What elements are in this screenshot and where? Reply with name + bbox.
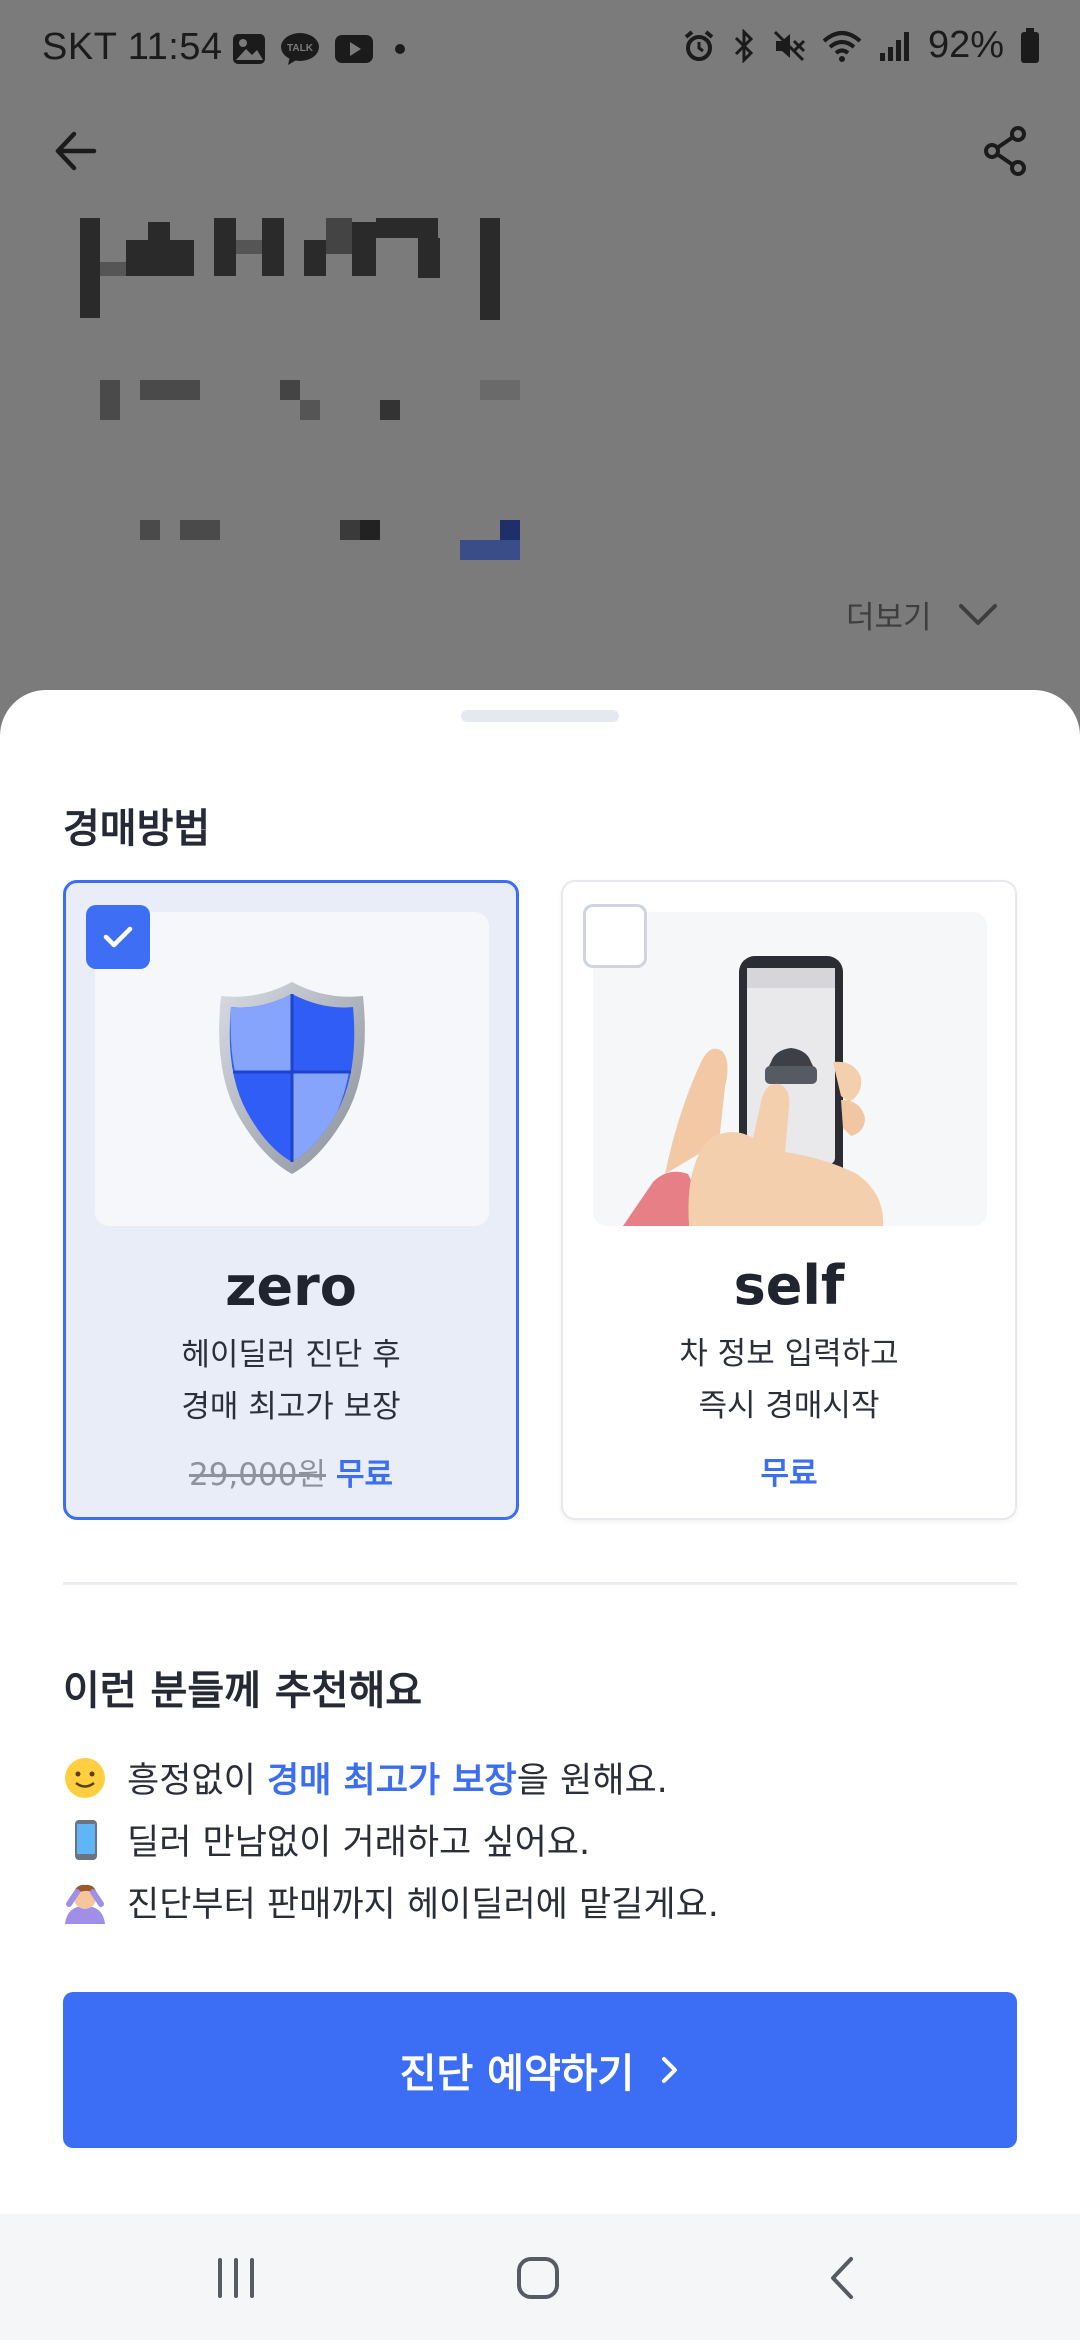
share-button[interactable] xyxy=(980,124,1030,178)
checkbox-zero[interactable] xyxy=(86,905,150,969)
section-title-recommend: 이런 분들께 추천해요 xyxy=(63,1668,423,1714)
recommend-text-after: 을 원해요. xyxy=(516,1761,668,1801)
option-price-self: 무료 xyxy=(563,1448,1015,1493)
smiley-emoji xyxy=(63,1756,107,1800)
phone-hand-icon xyxy=(623,956,884,1226)
recommend-item: 흥정없이 경매 최고가 보장 을 원해요. xyxy=(63,1752,668,1803)
mute-icon xyxy=(773,30,805,61)
free-price-label: 무료 xyxy=(335,1457,394,1493)
recommend-item: 진단부터 판매까지 헤이딜러에 맡길게요. xyxy=(63,1876,719,1927)
sheet-drag-handle[interactable] xyxy=(461,710,619,722)
option-desc-line2: 즉시 경매시작 xyxy=(698,1388,880,1424)
chevron-right-icon xyxy=(662,2057,678,2083)
more-toggle[interactable]: 더보기 xyxy=(846,592,998,637)
status-time: SKT 11:54 xyxy=(42,26,223,68)
kakaotalk-icon: TALK xyxy=(281,33,319,65)
svg-text:TALK: TALK xyxy=(287,43,314,54)
recent-apps-icon xyxy=(218,2258,254,2298)
recommend-text: 진단부터 판매까지 헤이딜러에 맡길게요. xyxy=(127,1885,719,1925)
system-nav-bar xyxy=(0,2214,1080,2340)
cta-label: 진단 예약하기 xyxy=(399,2051,635,2097)
arrow-left-icon xyxy=(55,131,97,171)
recommend-item: 딜러 만남없이 거래하고 싶어요. xyxy=(63,1814,590,1865)
dot-icon xyxy=(395,44,405,54)
recommend-highlight: 경매 최고가 보장 xyxy=(266,1761,517,1801)
option-card-self[interactable]: self 차 정보 입력하고 즉시 경매시작 무료 xyxy=(561,880,1017,1520)
nav-back-button[interactable] xyxy=(812,2250,872,2306)
phone-emoji xyxy=(63,1818,107,1862)
option-title-self: self xyxy=(733,1254,845,1317)
battery-percent: 92% xyxy=(927,24,1004,66)
back-icon xyxy=(831,2257,853,2299)
option-desc-line1: 차 정보 입력하고 xyxy=(679,1336,899,1372)
option-desc-line2: 경매 최고가 보장 xyxy=(181,1389,401,1425)
original-price: 29,000원 xyxy=(188,1457,326,1493)
option-card-zero[interactable]: zero 헤이딜러 진단 후 경매 최고가 보장 29,000원 무료 xyxy=(63,880,519,1520)
bluetooth-icon xyxy=(734,28,754,63)
zero-image xyxy=(95,912,489,1226)
recommend-text-before: 흥정없이 xyxy=(127,1761,267,1801)
option-desc-line1: 헤이딜러 진단 후 xyxy=(181,1337,401,1373)
wifi-icon xyxy=(822,30,862,62)
section-title-auction-method: 경매방법 xyxy=(63,806,211,852)
checkbox-self[interactable] xyxy=(583,904,647,968)
back-button[interactable] xyxy=(50,124,104,178)
recent-apps-button[interactable] xyxy=(206,2250,266,2306)
youtube-icon xyxy=(335,35,373,63)
auction-method-sheet: 경매방법 zero 헤이딜러 진단 후 경매 최고가 보장 29,000원무료 xyxy=(0,690,1080,2214)
alarm-icon xyxy=(684,29,714,61)
shield-icon xyxy=(219,982,365,1174)
chevron-down-icon xyxy=(958,603,997,625)
home-button[interactable] xyxy=(508,2250,568,2306)
share-icon xyxy=(984,126,1026,176)
person-emoji xyxy=(63,1880,107,1924)
check-icon xyxy=(103,926,133,948)
option-price-zero: 29,000원 무료 xyxy=(66,1449,516,1494)
more-label: 더보기 xyxy=(846,600,932,636)
option-title-zero: zero xyxy=(225,1255,357,1318)
battery-icon xyxy=(1021,27,1039,63)
reserve-inspection-button[interactable]: 진단 예약하기 xyxy=(63,1992,1017,2148)
status-bar: SKT 11:54 TALK 92% xyxy=(0,0,1080,100)
recommend-text: 딜러 만남없이 거래하고 싶어요. xyxy=(127,1823,591,1863)
gallery-icon xyxy=(233,34,265,64)
signal-icon xyxy=(879,31,909,61)
self-image xyxy=(593,912,987,1226)
free-price-label: 무료 xyxy=(760,1456,818,1492)
home-icon xyxy=(517,2257,559,2299)
section-divider xyxy=(63,1582,1017,1585)
